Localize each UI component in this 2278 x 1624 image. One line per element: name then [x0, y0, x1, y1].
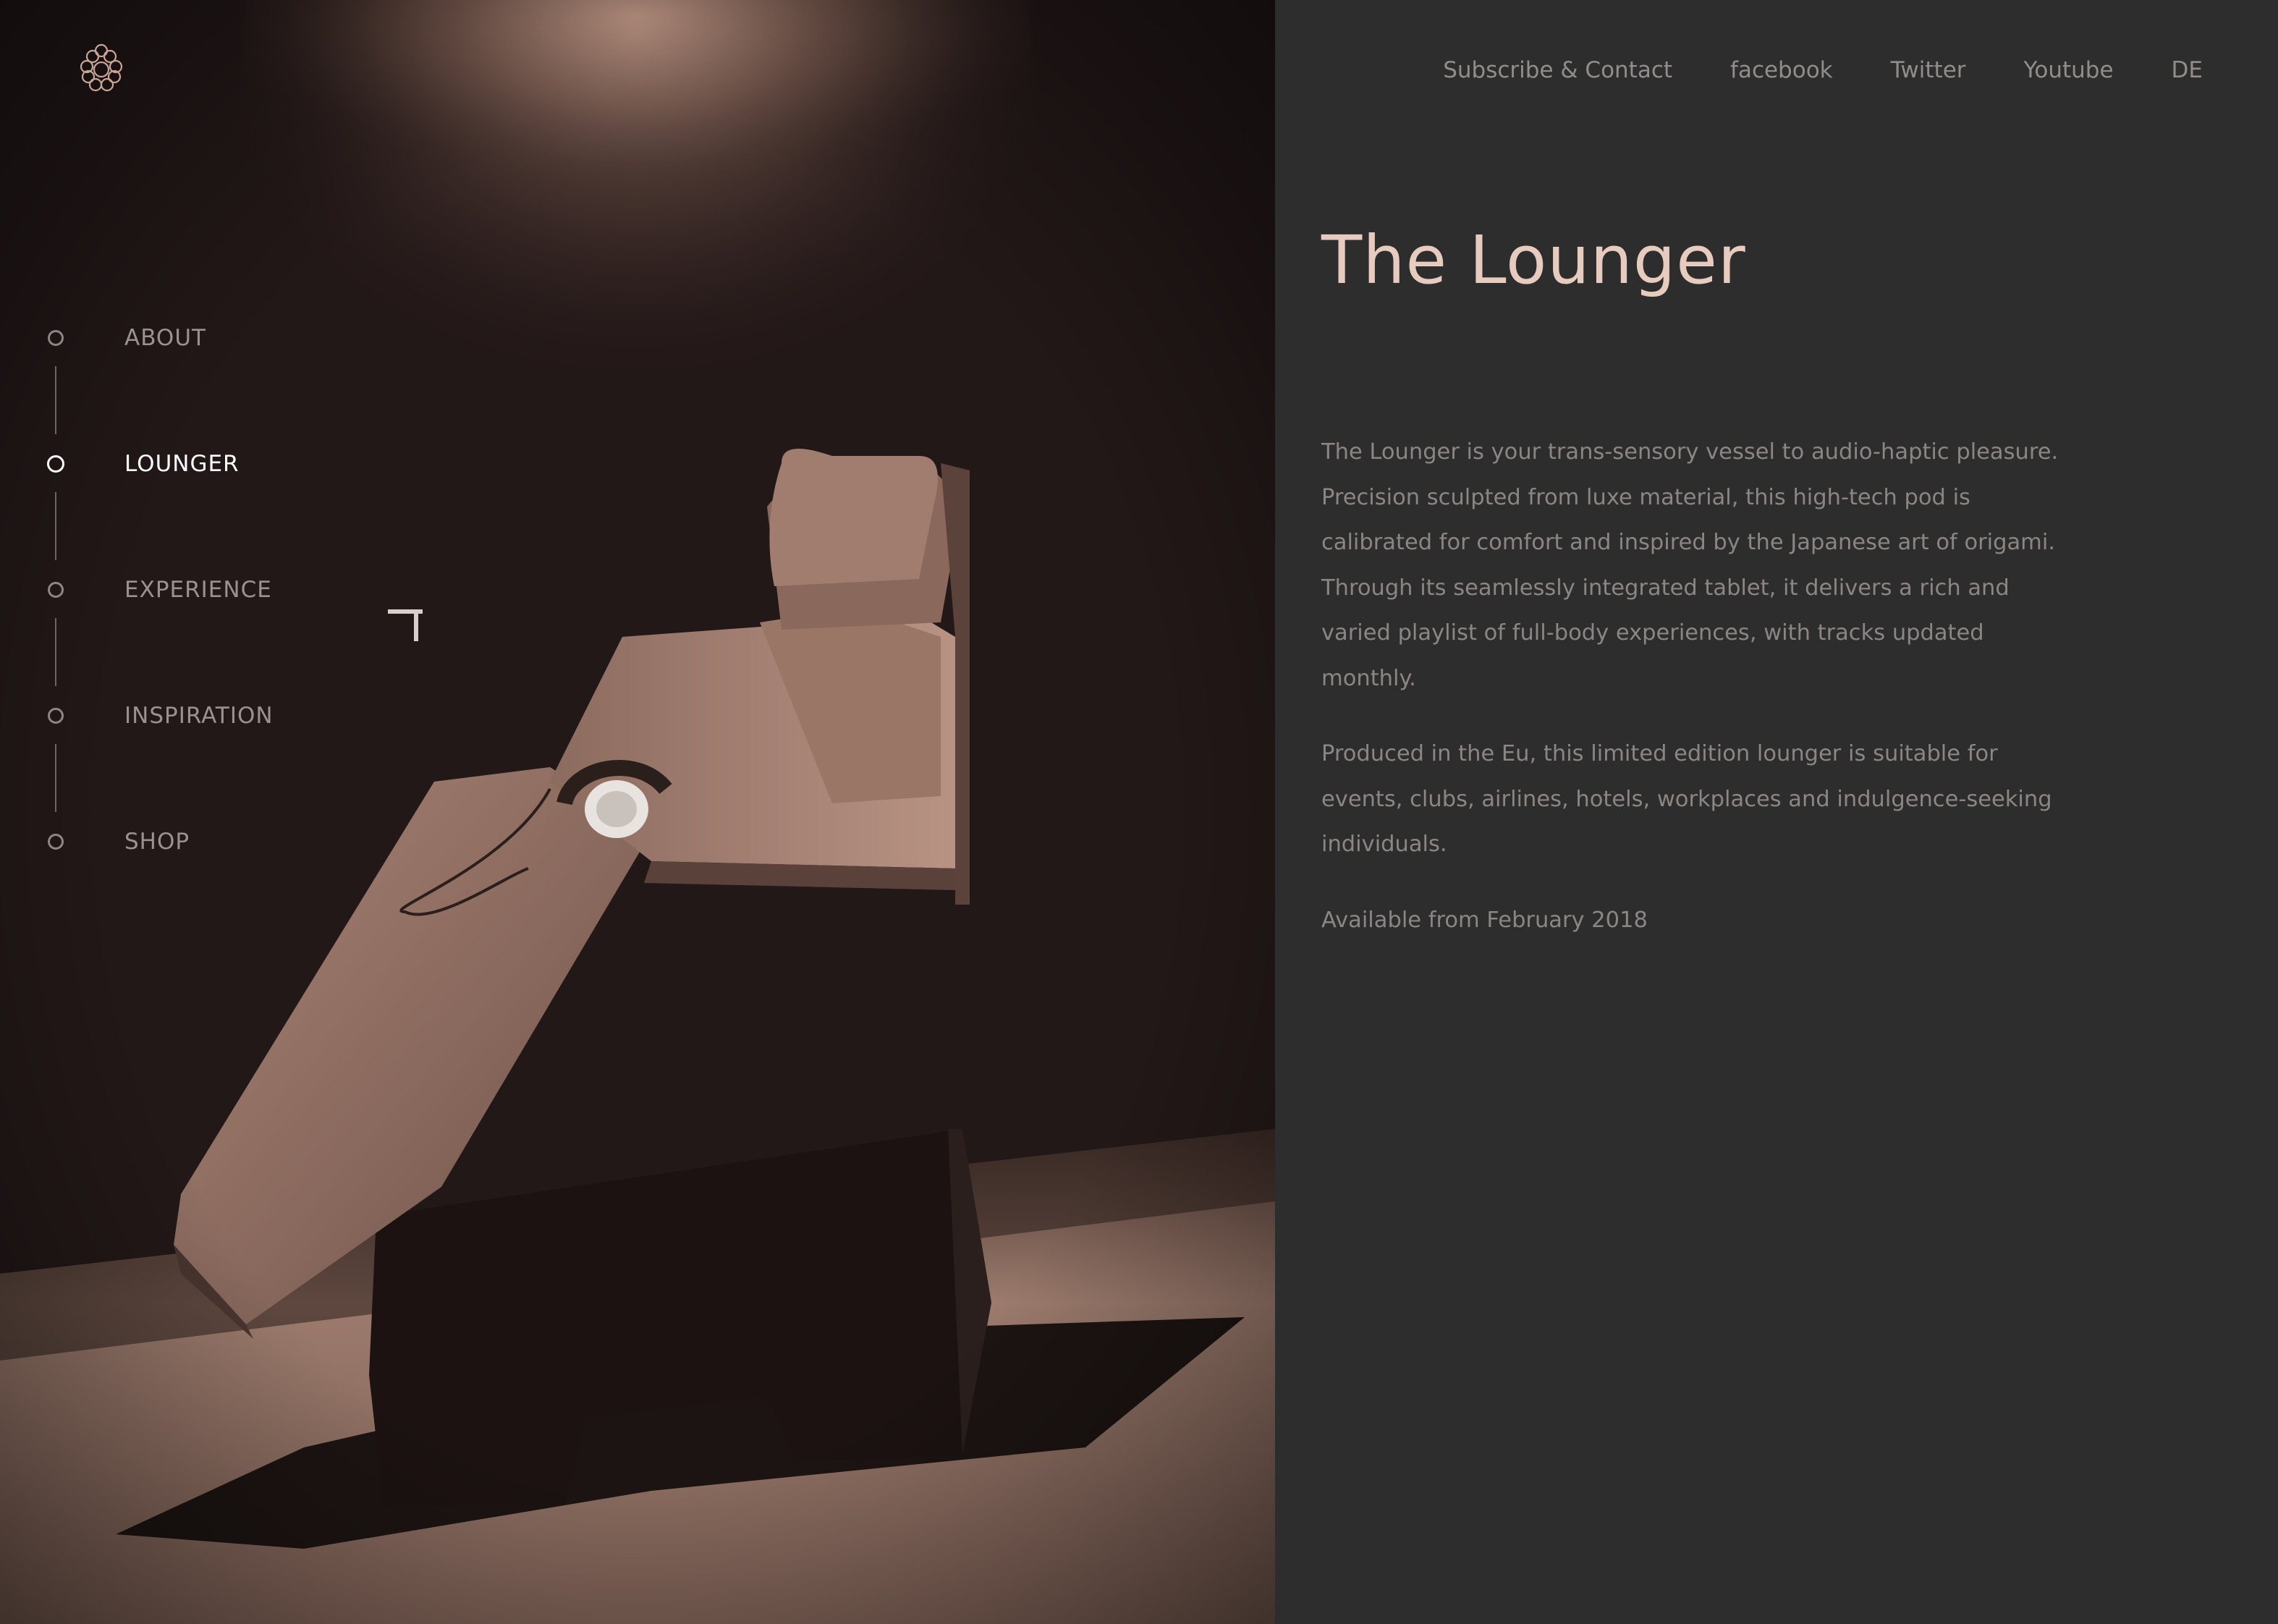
product-description: The Lounger is your trans-sensory vessel… [1321, 430, 2059, 973]
nav-connector [55, 618, 56, 686]
nav-dot-icon [48, 582, 64, 598]
nav-dot-active-icon [47, 455, 64, 473]
nav-connector [55, 744, 56, 812]
hero-image: ABOUT LOUNGER EXPERIENCE INSPIRATION SHO… [0, 0, 1275, 1624]
production-paragraph: Produced in the Eu, this limited edition… [1321, 741, 2052, 857]
youtube-link[interactable]: Youtube [2024, 55, 2114, 85]
section-nav-item-inspiration[interactable]: INSPIRATION [48, 701, 337, 826]
section-nav-item-experience[interactable]: EXPERIENCE [48, 575, 337, 701]
section-nav-item-shop[interactable]: SHOP [48, 826, 337, 952]
language-switch-link[interactable]: DE [2172, 55, 2203, 85]
section-nav-label: EXPERIENCE [124, 577, 272, 603]
nav-connector [55, 366, 56, 434]
section-nav-item-lounger[interactable]: LOUNGER [47, 449, 337, 575]
nav-dot-icon [48, 330, 64, 346]
geometric-hexagon-logo[interactable] [72, 39, 130, 97]
section-nav-label: SHOP [124, 829, 190, 855]
section-nav-item-about[interactable]: ABOUT [48, 323, 337, 449]
nav-dot-icon [48, 834, 64, 850]
section-nav-label: INSPIRATION [124, 703, 274, 729]
nav-connector [55, 492, 56, 560]
description-paragraph: The Lounger is your trans-sensory vessel… [1321, 439, 2059, 691]
section-nav-label: LOUNGER [124, 451, 240, 477]
top-nav: Subscribe & Contact facebook Twitter You… [1443, 55, 2203, 85]
logo-icon [80, 43, 123, 92]
subscribe-contact-link[interactable]: Subscribe & Contact [1443, 55, 1672, 85]
twitter-link[interactable]: Twitter [1891, 55, 1966, 85]
section-nav: ABOUT LOUNGER EXPERIENCE INSPIRATION SHO… [47, 323, 337, 952]
availability-text: Available from February 2018 [1321, 907, 1648, 933]
facebook-link[interactable]: facebook [1730, 55, 1833, 85]
nav-dot-icon [48, 708, 64, 724]
section-nav-label: ABOUT [124, 325, 206, 351]
page-title: The Lounger [1321, 221, 1746, 299]
